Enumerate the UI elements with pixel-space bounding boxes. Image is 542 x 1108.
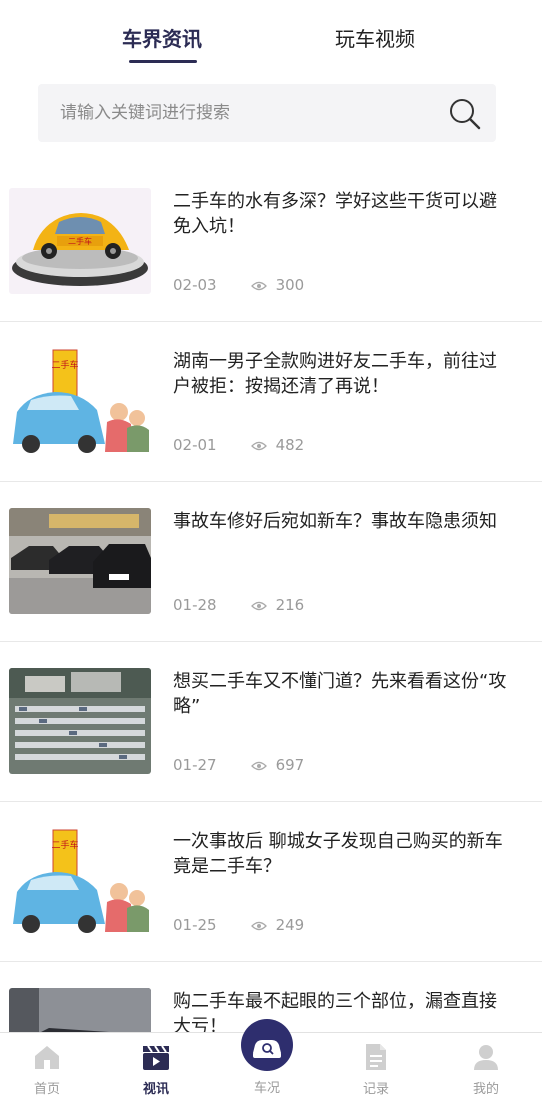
article-date: 02-01 [173,436,217,454]
article-thumbnail [9,508,151,614]
home-icon [35,1046,59,1069]
article-title: 购二手车最不起眼的三个部位，漏查直接大亏！ [173,991,497,1032]
nav-home[interactable]: 首页 [0,1033,101,1108]
article-meta: 01-28 216 [173,595,304,615]
article-thumbnail: 二手车 [9,348,151,454]
nav-video[interactable]: 视讯 [102,1033,210,1108]
article-thumbnail: 二手车 [9,188,151,294]
thumb-sign-text: 二手车 [51,839,78,851]
article-title: 湖南一男子全款购进好友二手车，前往过户被拒：按揭还清了再说！ [173,351,497,397]
article-item[interactable]: 二手车 一次事故后 聊城女子发现自己购买的新车竟是二手车？ 01-25 249 [0,802,542,962]
article-date: 01-28 [173,596,217,614]
eye-icon [250,761,267,770]
article-date: 01-27 [173,756,217,774]
article-list: 二手车 二手车的水有多深？学好这些干货可以避免入坑！ 02-03 300 二手车 [0,162,542,1032]
search-icon[interactable] [448,97,482,131]
eye-icon [250,441,267,450]
nav-mine-label: 我的 [472,1082,499,1097]
article-thumbnail [9,668,151,774]
eye-icon [250,281,267,290]
article-item[interactable]: 事故车修好后宛如新车？事故车隐患须知 01-28 216 [0,482,542,642]
eye-icon [250,601,267,610]
article-title: 事故车修好后宛如新车？事故车隐患须知 [173,511,497,532]
article-thumbnail: 二手车 [9,828,151,934]
nav-records-label: 记录 [362,1082,389,1097]
tab-videos[interactable]: 玩车视频 [325,22,425,56]
document-icon [366,1044,386,1070]
article-meta: 02-03 300 [173,275,304,295]
article-date: 02-03 [173,276,217,294]
article-item[interactable]: 想买二手车又不懂门道？先来看看这份“攻略” 01-27 697 [0,642,542,802]
user-icon [474,1045,498,1070]
clapperboard-icon [143,1045,169,1070]
thumb-sign-text: 二手车 [68,236,92,246]
article-meta: 01-25 249 [173,915,304,935]
top-tabs: 车界资讯 玩车视频 [0,0,542,70]
nav-car-status-button[interactable] [241,1019,293,1071]
car-search-icon [253,1040,281,1058]
search-input[interactable] [60,84,440,142]
article-views: 697 [275,756,305,774]
article-meta: 02-01 482 [173,435,304,455]
article-title: 一次事故后 聊城女子发现自己购买的新车竟是二手车？ [173,831,503,877]
eye-icon [250,921,267,930]
article-title: 想买二手车又不懂门道？先来看看这份“攻略” [173,671,507,717]
article-views: 216 [275,596,305,614]
tab-news[interactable]: 车界资讯 [112,22,212,56]
article-date: 01-25 [173,916,217,934]
nav-records[interactable]: 记录 [322,1033,430,1108]
article-item[interactable]: 二手车 湖南一男子全款购进好友二手车，前往过户被拒：按揭还清了再说！ 02-01… [0,322,542,482]
article-views: 300 [275,276,305,294]
article-title: 二手车的水有多深？学好这些干货可以避免入坑！ [173,191,497,237]
article-thumbnail [9,988,151,1032]
article-views: 249 [275,916,305,934]
nav-mine[interactable]: 我的 [432,1033,540,1108]
article-views: 482 [275,436,305,454]
search-bar [38,84,496,142]
tab-active-indicator [129,60,197,63]
article-item[interactable]: 二手车 二手车的水有多深？学好这些干货可以避免入坑！ 02-03 300 [0,162,542,322]
bottom-nav: 首页 视讯 车况 记录 我的 [0,1019,542,1108]
thumb-sign-text: 二手车 [51,359,78,371]
article-meta: 01-27 697 [173,755,304,775]
